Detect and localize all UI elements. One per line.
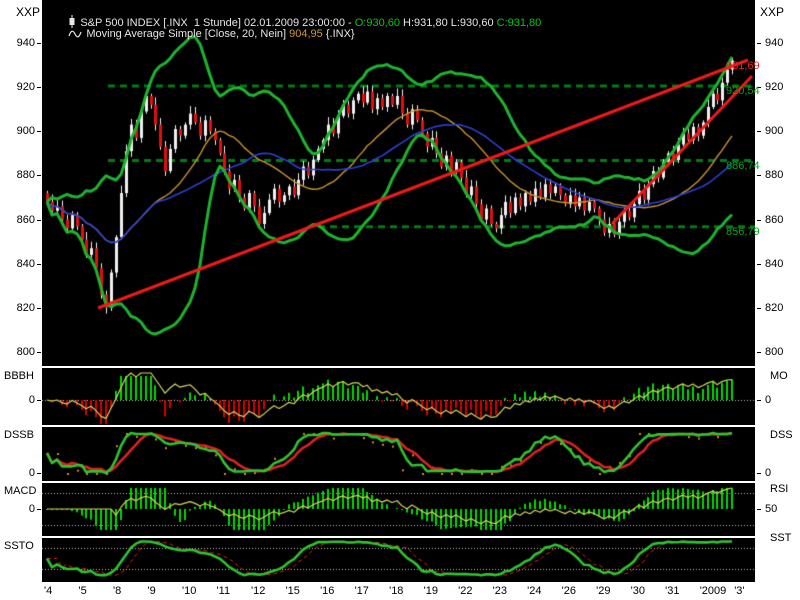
- panel-axis-label-left: 0: [14, 467, 35, 479]
- x-axis-label: '22: [458, 585, 472, 597]
- y-axis-tick-left: [37, 264, 41, 265]
- panel-label-macd: MACD: [4, 485, 36, 497]
- panel-axis-label-right: 0: [765, 394, 771, 406]
- y-axis-tick-left: [37, 43, 41, 44]
- y-axis-tick-right: [757, 175, 761, 176]
- panel-axis-label-right: 0: [765, 467, 771, 479]
- y-axis-label-left: 800: [0, 346, 35, 358]
- y-axis-tick-right: [757, 308, 761, 309]
- y-axis-label-left: 900: [0, 125, 35, 137]
- x-axis-label: '26: [562, 585, 576, 597]
- price-tag: 920,54: [726, 85, 760, 97]
- x-axis-label: '10: [182, 585, 196, 597]
- macd-rsi-canvas[interactable]: [42, 483, 755, 536]
- x-axis-label: '17: [355, 585, 369, 597]
- panel-axis-tick-left: [37, 473, 41, 474]
- price-tag: 931,69: [726, 60, 760, 72]
- x-axis-label: '24: [527, 585, 541, 597]
- panel-label-bbbh: BBBH: [4, 370, 34, 382]
- panel-axis-tick-left: [37, 509, 41, 510]
- trading-chart-window: XXP XXP S&P 500 INDEX [.INX 1 Stunde] 02…: [0, 0, 800, 600]
- wave-icon: [68, 29, 82, 42]
- x-axis-label: '23: [493, 585, 507, 597]
- y-axis-tick-right: [757, 220, 761, 221]
- panel-label-mo: MO: [770, 370, 788, 382]
- indicator-panel-dssb-dss: [42, 427, 755, 481]
- x-axis-label: '29: [596, 585, 610, 597]
- y-axis-tick-right: [757, 43, 761, 44]
- bbbh-mo-canvas[interactable]: [42, 368, 755, 425]
- y-axis-tick-left: [37, 87, 41, 88]
- panel-label-ssto: SSTO: [4, 540, 34, 552]
- y-axis-label-left: 820: [0, 302, 35, 314]
- watermark-right: XXP: [760, 5, 784, 19]
- y-axis-tick-right: [757, 264, 761, 265]
- x-axis-label: '16: [320, 585, 334, 597]
- panel-label-dssb: DSSB: [4, 429, 34, 441]
- y-axis-label-right: 900: [765, 125, 783, 137]
- panel-axis-label-left: 0: [14, 503, 35, 515]
- close-value: C:931,80: [497, 17, 542, 29]
- y-axis-tick-left: [37, 131, 41, 132]
- panel-axis-tick-right: [757, 509, 761, 510]
- y-axis-label-left: 880: [0, 169, 35, 181]
- ma-label: Moving Average Simple [Close, 20, Nein]: [86, 28, 289, 40]
- panel-axis-tick-right: [757, 400, 761, 401]
- y-axis-label-left: 940: [0, 37, 35, 49]
- y-axis-tick-left: [37, 220, 41, 221]
- y-axis-tick-right: [757, 131, 761, 132]
- panel-label-dss: DSS: [770, 429, 793, 441]
- ma-suffix: {.INX}: [323, 28, 355, 40]
- dssb-dss-canvas[interactable]: [42, 427, 755, 481]
- x-axis-label: '4: [44, 585, 52, 597]
- y-axis-label-right: 800: [765, 346, 783, 358]
- panel-axis-tick-left: [37, 400, 41, 401]
- price-chart-canvas[interactable]: [42, 0, 755, 366]
- y-axis-label-right: 940: [765, 37, 783, 49]
- x-axis-label: '11: [217, 585, 231, 597]
- y-axis-tick-left: [37, 352, 41, 353]
- panel-label-rsi: RSI: [770, 483, 788, 495]
- price-tag: 856,79: [726, 226, 760, 238]
- high-low-values: H:931,80 L:930,60: [400, 17, 497, 29]
- panel-axis-label-left: 0: [14, 394, 35, 406]
- x-axis-label: '19: [424, 585, 438, 597]
- y-axis-label-right: 840: [765, 258, 783, 270]
- y-axis-tick-right: [757, 352, 761, 353]
- y-axis-label-right: 920: [765, 81, 783, 93]
- y-axis-tick-left: [37, 175, 41, 176]
- x-axis-label: '5: [79, 585, 87, 597]
- main-price-panel: S&P 500 INDEX [.INX 1 Stunde] 02.01.2009…: [42, 0, 755, 366]
- price-tag: 886,74: [726, 160, 760, 172]
- x-axis-label: '8: [113, 585, 121, 597]
- x-axis-label: '9: [148, 585, 156, 597]
- indicator-panel-ssto-sst: [42, 538, 755, 582]
- panel-label-sst: SST: [770, 532, 791, 544]
- x-axis-label: '3': [734, 585, 744, 597]
- y-axis-label-right: 820: [765, 302, 783, 314]
- y-axis-label-left: 920: [0, 81, 35, 93]
- y-axis-tick-left: [37, 308, 41, 309]
- indicator-panel-macd-rsi: [42, 483, 755, 536]
- ssto-sst-canvas[interactable]: [42, 538, 755, 582]
- x-axis-label: '31: [665, 585, 679, 597]
- ma-value: 904,95: [289, 28, 323, 40]
- open-value: O:930,60: [355, 17, 400, 29]
- x-axis-label: '15: [286, 585, 300, 597]
- y-axis-label-right: 880: [765, 169, 783, 181]
- x-axis-label: '2009: [700, 585, 727, 597]
- indicator-panel-bbbh-mo: [42, 368, 755, 425]
- y-axis-label-right: 860: [765, 214, 783, 226]
- panel-axis-label-right: 50: [765, 503, 777, 515]
- y-axis-label-left: 840: [0, 258, 35, 270]
- x-axis-label: '18: [389, 585, 403, 597]
- x-axis-label: '12: [251, 585, 265, 597]
- x-axis-label: '30: [631, 585, 645, 597]
- watermark-left: XXP: [16, 5, 40, 19]
- indicator-title: Moving Average Simple [Close, 20, Nein] …: [50, 16, 355, 54]
- panel-axis-tick-right: [757, 473, 761, 474]
- y-axis-label-left: 860: [0, 214, 35, 226]
